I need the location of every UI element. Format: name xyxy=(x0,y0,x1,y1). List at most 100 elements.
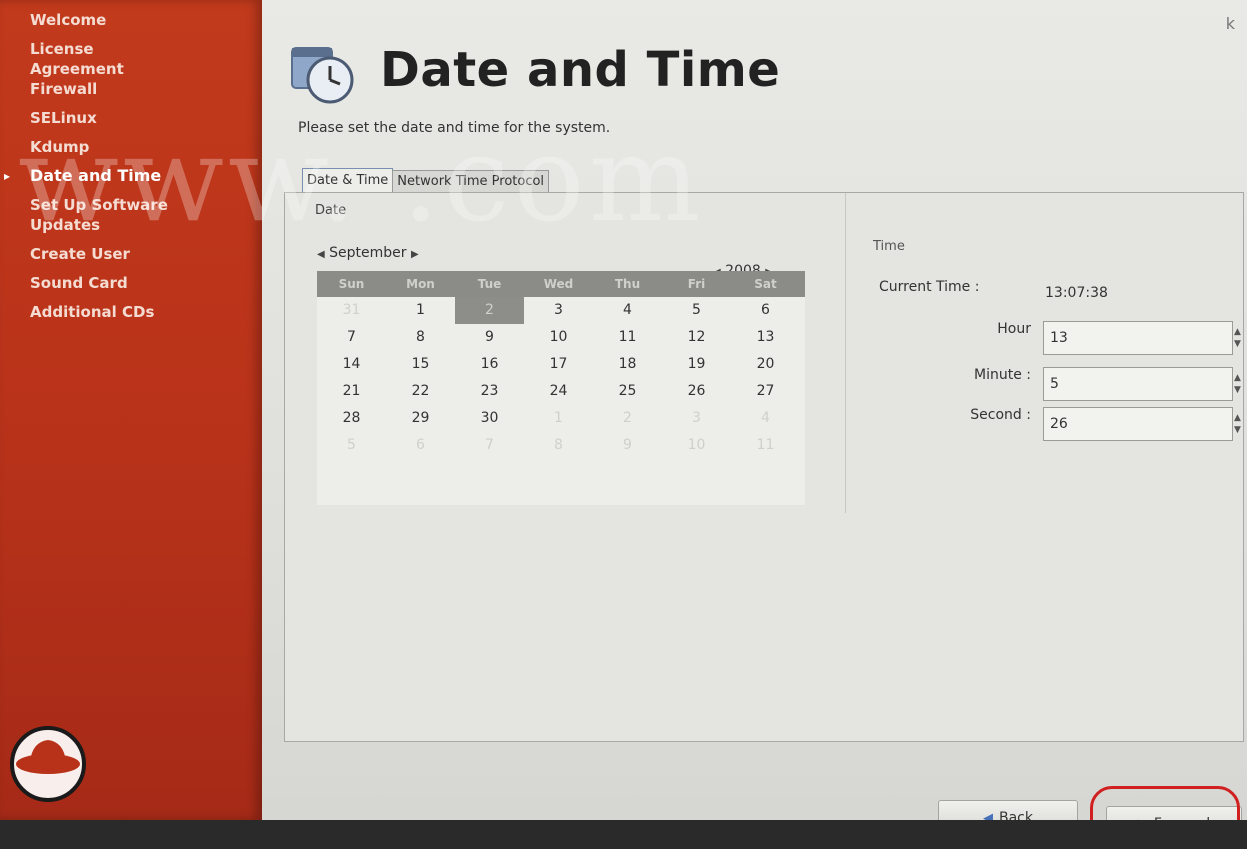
minute-spinbox[interactable]: 5 ▲ ▼ xyxy=(1043,367,1241,401)
steps-sidebar: Welcome License Agreement Firewall SELinu… xyxy=(0,0,262,820)
tab-date-and-time[interactable]: Date & Time xyxy=(302,168,394,193)
calendar-day[interactable]: 1 xyxy=(386,297,455,324)
calendar-day[interactable]: 11 xyxy=(731,432,800,459)
sidebar-gap xyxy=(0,30,250,39)
sidebar-gap xyxy=(0,128,250,137)
calendar-day[interactable]: 29 xyxy=(386,405,455,432)
time-group-label: Time xyxy=(873,239,905,254)
calendar-day[interactable]: 7 xyxy=(455,432,524,459)
prev-month-icon[interactable]: ◀ xyxy=(317,249,325,260)
calendar-day[interactable]: 27 xyxy=(731,378,800,405)
close-icon: k xyxy=(1225,14,1235,33)
calendar-day[interactable]: 2 xyxy=(593,405,662,432)
second-spin-arrows-icon[interactable]: ▲ ▼ xyxy=(1234,412,1244,436)
current-time-label: Current Time : xyxy=(879,279,980,295)
minute-spin-arrows-icon[interactable]: ▲ ▼ xyxy=(1234,372,1244,396)
calendar-day[interactable]: 21 xyxy=(317,378,386,405)
calendar-day[interactable]: 14 xyxy=(317,351,386,378)
calendar-day[interactable]: 3 xyxy=(524,297,593,324)
tab-panel: Date ◀ September ▶ ◀ 2008 ▶ SunMonTueWed… xyxy=(284,192,1244,742)
sidebar-item-kdump: Kdump xyxy=(30,138,90,156)
calendar-day[interactable]: 19 xyxy=(662,351,731,378)
sidebar-item-software-updates-line1: Set Up Software xyxy=(30,196,168,214)
calendar-day[interactable]: 31 xyxy=(317,297,386,324)
tab-network-time-protocol[interactable]: Network Time Protocol xyxy=(392,170,550,193)
calendar-day[interactable]: 8 xyxy=(386,324,455,351)
calendar-day[interactable]: 11 xyxy=(593,324,662,351)
hour-label: Hour xyxy=(997,321,1031,337)
minute-value: 5 xyxy=(1050,376,1059,392)
calendar-day[interactable]: 13 xyxy=(731,324,800,351)
second-value: 26 xyxy=(1050,416,1068,432)
calendar-day[interactable]: 1 xyxy=(524,405,593,432)
calendar-day[interactable]: 8 xyxy=(524,432,593,459)
calendar-day[interactable]: 4 xyxy=(731,405,800,432)
sidebar-gap xyxy=(0,99,250,108)
clock-calendar-icon xyxy=(291,47,354,104)
calendar-week-row: 28 29 30 1 2 3 4 xyxy=(317,405,805,432)
redhat-shadowman-icon xyxy=(10,726,86,802)
screen-bottom-bezel xyxy=(0,820,1247,849)
calendar-day[interactable]: 5 xyxy=(317,432,386,459)
sidebar-gap xyxy=(0,186,250,195)
sidebar-item-date-and-time-label: Date and Time xyxy=(30,166,162,185)
sidebar-item-software-updates-line2: Updates xyxy=(30,216,101,234)
calendar-day[interactable]: 28 xyxy=(317,405,386,432)
weekday-fri: Fri xyxy=(687,277,706,291)
calendar-day[interactable]: 23 xyxy=(455,378,524,405)
calendar-day[interactable]: 3 xyxy=(662,405,731,432)
weekday-mon: Mon xyxy=(406,277,435,291)
page-description: Please set the date and time for the sys… xyxy=(298,120,611,136)
sidebar-item-additional-cds: Additional CDs xyxy=(30,303,155,321)
calendar-day[interactable]: 20 xyxy=(731,351,800,378)
calendar-day[interactable]: 10 xyxy=(662,432,731,459)
main-content: k Date and Time Please set the date and … xyxy=(262,0,1247,848)
calendar-day[interactable]: 5 xyxy=(662,297,731,324)
calendar-day[interactable]: 9 xyxy=(455,324,524,351)
calendar-day[interactable]: 9 xyxy=(593,432,662,459)
sidebar-item-license: License Agreement xyxy=(0,39,250,79)
sidebar-gap xyxy=(0,293,250,302)
sidebar-item-firewall: Firewall xyxy=(30,80,98,98)
sidebar-item-license-line1: License xyxy=(30,40,94,58)
sidebar-gap xyxy=(0,157,250,166)
calendar-day[interactable]: 6 xyxy=(386,432,455,459)
calendar-day[interactable]: 2 xyxy=(455,297,524,324)
installer-screen: Welcome License Agreement Firewall SELinu… xyxy=(0,0,1247,849)
month-label: September xyxy=(329,245,407,261)
sidebar-item-create-user: Create User xyxy=(30,245,130,263)
calendar-week-row: 7 8 9 10 11 12 13 xyxy=(317,324,805,351)
calendar-day[interactable]: 17 xyxy=(524,351,593,378)
second-label: Second : xyxy=(970,407,1031,423)
current-step-arrow-icon: ▸ xyxy=(4,169,11,183)
weekday-wed: Wed xyxy=(543,277,574,291)
sidebar-item-license-line2: Agreement xyxy=(30,60,124,78)
calendar-day[interactable]: 22 xyxy=(386,378,455,405)
calendar: Sun Mon Tue Wed Thu Fri Sat 31 1 2 3 4 5 6 7 8 9 10 11 12 1… xyxy=(317,271,805,505)
date-time-separator xyxy=(845,193,846,513)
tab-bar: Date & Time Network Time Protocol xyxy=(302,168,550,193)
calendar-day[interactable]: 30 xyxy=(455,405,524,432)
calendar-week-row: 21 22 23 24 25 26 27 xyxy=(317,378,805,405)
calendar-day[interactable]: 24 xyxy=(524,378,593,405)
calendar-day[interactable]: 26 xyxy=(662,378,731,405)
second-spinbox[interactable]: 26 ▲ ▼ xyxy=(1043,407,1241,441)
sidebar-gap xyxy=(0,264,250,273)
date-group-label: Date xyxy=(315,203,347,218)
page-title: Date and Time xyxy=(380,42,781,98)
hour-spinbox[interactable]: 13 ▲ ▼ xyxy=(1043,321,1241,355)
calendar-day[interactable]: 25 xyxy=(593,378,662,405)
calendar-day[interactable]: 15 xyxy=(386,351,455,378)
calendar-day[interactable]: 10 xyxy=(524,324,593,351)
month-selector: ◀ September ▶ xyxy=(317,245,419,261)
calendar-day[interactable]: 7 xyxy=(317,324,386,351)
calendar-day[interactable]: 12 xyxy=(662,324,731,351)
hour-spin-arrows-icon[interactable]: ▲ ▼ xyxy=(1234,326,1244,350)
weekday-sat: Sat xyxy=(754,277,777,291)
calendar-day[interactable]: 18 xyxy=(593,351,662,378)
calendar-week-row: 5 6 7 8 9 10 11 xyxy=(317,432,805,459)
calendar-day[interactable]: 6 xyxy=(731,297,800,324)
calendar-day[interactable]: 4 xyxy=(593,297,662,324)
calendar-day[interactable]: 16 xyxy=(455,351,524,378)
next-month-icon[interactable]: ▶ xyxy=(411,249,419,260)
